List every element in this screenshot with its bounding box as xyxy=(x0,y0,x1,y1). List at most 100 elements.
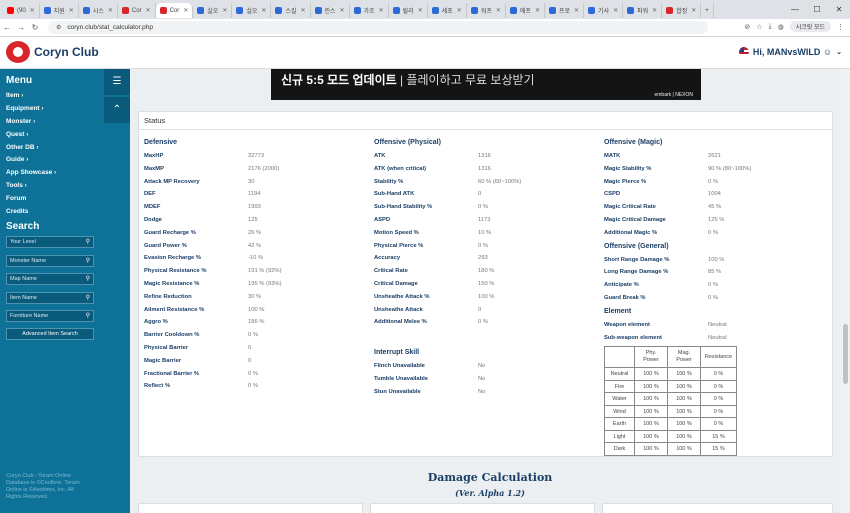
browser-tab[interactable]: 시스 ✕ xyxy=(79,3,118,18)
page-scrollbar[interactable] xyxy=(841,69,850,513)
profile-icon[interactable]: ◍ xyxy=(778,23,784,31)
stat-value: 0 % xyxy=(478,242,488,249)
sidebar-nav-item[interactable]: App Showcase › xyxy=(6,167,56,180)
tab-close-icon[interactable]: ✕ xyxy=(418,7,423,14)
tab-close-icon[interactable]: ✕ xyxy=(535,7,540,14)
ad-banner[interactable]: 신규 5:5 모드 업데이트 | 플레이하고 무료 보상받기 embark | … xyxy=(271,69,701,100)
element-table-cell: Dark xyxy=(604,442,635,456)
element-table-row: Fire 100 % 100 % 0 % xyxy=(604,379,737,394)
sidebar-search-field[interactable]: Item Name ⚲ xyxy=(6,291,94,304)
browser-toolbar: ← → ↻ ⚙ coryn.club/stat_calculator.php ⊘… xyxy=(0,19,850,37)
search-icon[interactable]: ⚲ xyxy=(86,293,90,303)
tab-close-icon[interactable]: ✕ xyxy=(457,7,462,14)
tab-label: (90 xyxy=(17,7,26,14)
element-table-cell: 100 % xyxy=(667,417,701,431)
maximize-icon[interactable]: ☐ xyxy=(806,0,828,19)
tab-label: Cor xyxy=(131,7,142,14)
sidebar-search-field[interactable]: Your Level ⚲ xyxy=(6,236,94,248)
tab-close-icon[interactable]: ✕ xyxy=(108,7,113,14)
site-info-icon[interactable]: ⚙ xyxy=(56,24,61,31)
chevron-down-icon: ⌄ xyxy=(836,49,842,56)
browser-tab[interactable]: 파워 ✕ xyxy=(623,3,663,18)
browser-tab[interactable]: 스킬 ✕ xyxy=(271,3,311,18)
tab-close-icon[interactable]: ✕ xyxy=(379,7,384,14)
sidebar-search-field[interactable]: Map Name ⚲ xyxy=(6,273,94,285)
browser-tab[interactable]: 린스 ✕ xyxy=(311,3,350,18)
tab-close-icon[interactable]: ✕ xyxy=(183,7,188,14)
browser-tab[interactable]: 애프 ✕ xyxy=(506,3,545,18)
tab-close-icon[interactable]: ✕ xyxy=(613,7,618,14)
eye-off-icon[interactable]: ⊘ xyxy=(744,23,750,31)
browser-tab[interactable]: Cor ✕ xyxy=(155,3,194,18)
element-table-cell: Earth xyxy=(604,417,635,431)
close-window-icon[interactable]: ✕ xyxy=(828,0,850,19)
browser-tab[interactable]: 합정 ✕ xyxy=(662,3,702,18)
browser-tab[interactable]: 릴리 ✕ xyxy=(389,3,428,18)
tab-close-icon[interactable]: ✕ xyxy=(574,7,579,14)
menu-title: Menu xyxy=(6,75,33,86)
collapse-up-button[interactable]: ⌃ xyxy=(104,97,130,123)
tab-close-icon[interactable]: ✕ xyxy=(222,7,227,14)
tab-close-icon[interactable]: ✕ xyxy=(340,7,345,14)
stat-value: 191 % (92%) xyxy=(248,268,282,275)
sidebar-nav-item[interactable]: Item › xyxy=(6,90,56,103)
search-icon[interactable]: ⚲ xyxy=(86,237,90,247)
browser-tab[interactable]: 지원 ✕ xyxy=(40,3,79,18)
new-tab-button[interactable]: + xyxy=(701,3,714,18)
tab-close-icon[interactable]: ✕ xyxy=(652,7,657,14)
browser-tab[interactable]: Cor ✕ xyxy=(118,3,156,18)
stat-row: CSPD 1004 xyxy=(604,188,824,201)
browser-tab[interactable]: 실오 ✕ xyxy=(193,3,233,18)
tab-close-icon[interactable]: ✕ xyxy=(146,7,151,14)
forward-icon[interactable]: → xyxy=(14,23,28,32)
address-bar[interactable]: ⚙ coryn.club/stat_calculator.php xyxy=(48,21,708,34)
stat-row: Reflect % 0 % xyxy=(144,380,364,393)
sidebar-nav-item[interactable]: Other DB › xyxy=(6,142,56,155)
sidebar-search-field[interactable]: Monster Name ⚲ xyxy=(6,254,94,267)
tab-close-icon[interactable]: ✕ xyxy=(30,7,35,14)
tab-close-icon[interactable]: ✕ xyxy=(496,7,501,14)
back-icon[interactable]: ← xyxy=(0,23,14,32)
tab-close-icon[interactable]: ✕ xyxy=(300,7,305,14)
stat-label: Fractional Barrier % xyxy=(144,370,200,377)
browser-tab[interactable]: 워프 ✕ xyxy=(467,3,506,18)
tab-label: 애프 xyxy=(519,9,531,15)
browser-tab[interactable]: (90 ✕ xyxy=(3,3,40,18)
sidebar-nav-item[interactable]: Forum xyxy=(6,193,56,206)
site-logo[interactable]: Coryn Club xyxy=(6,41,99,63)
browser-tab[interactable]: 기사 ✕ xyxy=(584,3,624,18)
stat-value: 0 % xyxy=(708,294,718,301)
scrollbar-thumb[interactable] xyxy=(843,324,848,384)
browser-tab[interactable]: 실오 ✕ xyxy=(232,3,272,18)
stat-row: Flinch Unavailable No xyxy=(374,360,594,373)
tab-close-icon[interactable]: ✕ xyxy=(691,7,696,14)
stat-value: 42 % xyxy=(248,242,262,249)
more-menu-icon[interactable]: ⋮ xyxy=(837,23,844,31)
browser-tab[interactable]: 가조 ✕ xyxy=(350,3,389,18)
incognito-badge[interactable]: 시크릿 모드 xyxy=(789,21,831,32)
damage-card-middle xyxy=(370,503,595,513)
search-icon[interactable]: ⚲ xyxy=(86,274,90,284)
user-menu[interactable]: Hi, MANvsWILD ☺ ⌄ xyxy=(738,47,842,57)
tab-close-icon[interactable]: ✕ xyxy=(69,7,74,14)
sidebar-nav-item[interactable]: Credits xyxy=(6,206,56,219)
download-icon[interactable]: ⤓ xyxy=(769,23,772,31)
browser-tab[interactable]: 프로 ✕ xyxy=(545,3,585,18)
star-icon[interactable]: ☆ xyxy=(756,23,762,31)
sidebar-nav-item[interactable]: Quest › xyxy=(6,129,56,142)
browser-tab[interactable]: 세포 ✕ xyxy=(428,3,467,18)
sidebar-nav-item[interactable]: Monster › xyxy=(6,116,56,129)
hamburger-menu-button[interactable]: ☰ xyxy=(104,69,130,95)
sidebar-nav-item[interactable]: Guide › xyxy=(6,154,56,167)
sidebar-search-field[interactable]: Furniture Name ⚲ xyxy=(6,310,94,322)
sidebar-nav-item[interactable]: Equipment › xyxy=(6,103,56,116)
reload-icon[interactable]: ↻ xyxy=(28,23,42,32)
tab-close-icon[interactable]: ✕ xyxy=(261,7,266,14)
stat-label: Long Range Damage % xyxy=(604,269,669,276)
minimize-icon[interactable]: — xyxy=(784,0,806,19)
search-icon[interactable]: ⚲ xyxy=(86,256,90,266)
advanced-item-search-button[interactable]: Advanced Item Search xyxy=(6,328,94,340)
sidebar-nav-item[interactable]: Tools › xyxy=(6,180,56,193)
search-icon[interactable]: ⚲ xyxy=(86,311,90,321)
element-table-row: Light 100 % 100 % 15 % xyxy=(604,429,737,444)
